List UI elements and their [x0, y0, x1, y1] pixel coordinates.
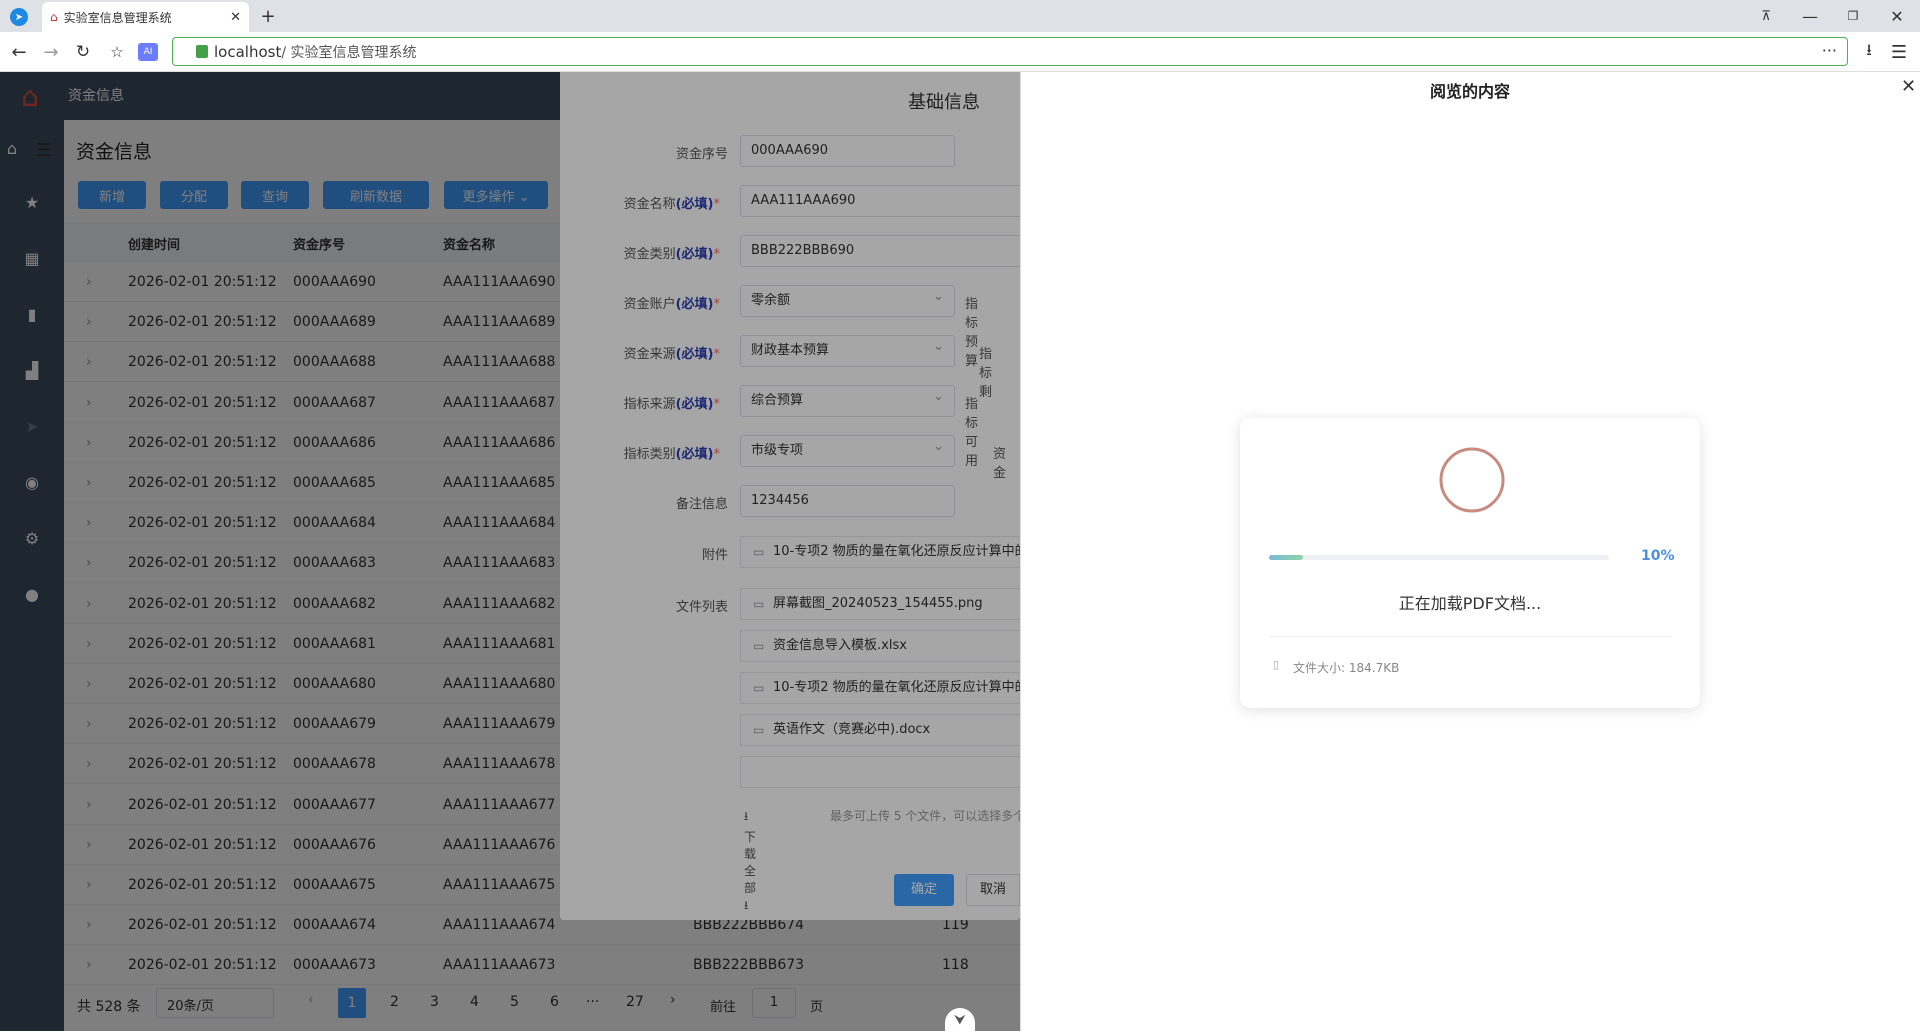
scroll-down-icon[interactable]: ⮟ — [945, 1008, 975, 1031]
home-favicon-icon: ⌂ — [50, 10, 58, 24]
card-divider — [1269, 636, 1671, 637]
url-path: / 实验室信息管理系统 — [281, 44, 417, 61]
pdf-loading-card: 10% 正在加载PDF文档... ▯ 文件大小: 184.7KB — [1240, 418, 1700, 708]
ai-extension-icon[interactable]: AI — [138, 43, 158, 61]
close-panel-icon[interactable]: ✕ — [1901, 76, 1916, 97]
browser-app-icon[interactable]: ➤ — [10, 8, 28, 26]
restore-button[interactable]: ❐ — [1843, 6, 1863, 26]
download-icon[interactable]: ⭳ — [1858, 40, 1880, 62]
browser-nav-bar: ← → ↻ ☆ AI localhost / 实验室信息管理系统 ··· ⭳ ☰ — [0, 32, 1920, 72]
close-window-button[interactable]: ✕ — [1887, 6, 1907, 26]
new-tab-button[interactable]: + — [256, 6, 280, 27]
tshirt-icon[interactable]: ⊼ — [1756, 6, 1776, 26]
progress-fill — [1269, 555, 1303, 560]
panel-title: 阅览的内容 — [1430, 82, 1511, 101]
document-icon: ▯ — [1273, 658, 1280, 671]
address-bar[interactable]: localhost / 实验室信息管理系统 ··· — [172, 37, 1848, 66]
menu-icon[interactable]: ☰ — [1888, 42, 1910, 63]
more-dots-icon[interactable]: ··· — [1822, 41, 1837, 60]
url-host: localhost — [214, 42, 282, 61]
dialog-overlay-tint — [560, 72, 1020, 920]
reload-icon[interactable]: ↻ — [72, 42, 94, 62]
browser-tab-bar: ➤ ⌂ 实验室信息管理系统 ✕ + ⊼ — ❐ ✕ — [0, 0, 1920, 32]
loading-spinner-icon — [1439, 447, 1505, 513]
file-size: 文件大小: 184.7KB — [1293, 661, 1400, 675]
favorites-star-icon[interactable]: ☆ — [106, 42, 128, 62]
tab-title: 实验室信息管理系统 — [63, 10, 172, 25]
loading-text: 正在加载PDF文档... — [1398, 594, 1542, 613]
progress-percent: 10% — [1641, 548, 1675, 564]
close-tab-icon[interactable]: ✕ — [230, 10, 241, 25]
secure-shield-icon — [196, 45, 208, 58]
browser-tab[interactable]: ⌂ 实验室信息管理系统 ✕ — [42, 2, 249, 32]
minimize-button[interactable]: — — [1800, 6, 1820, 26]
forward-arrow-icon[interactable]: → — [40, 42, 62, 63]
back-arrow-icon[interactable]: ← — [8, 42, 30, 63]
progress-track — [1269, 555, 1609, 560]
